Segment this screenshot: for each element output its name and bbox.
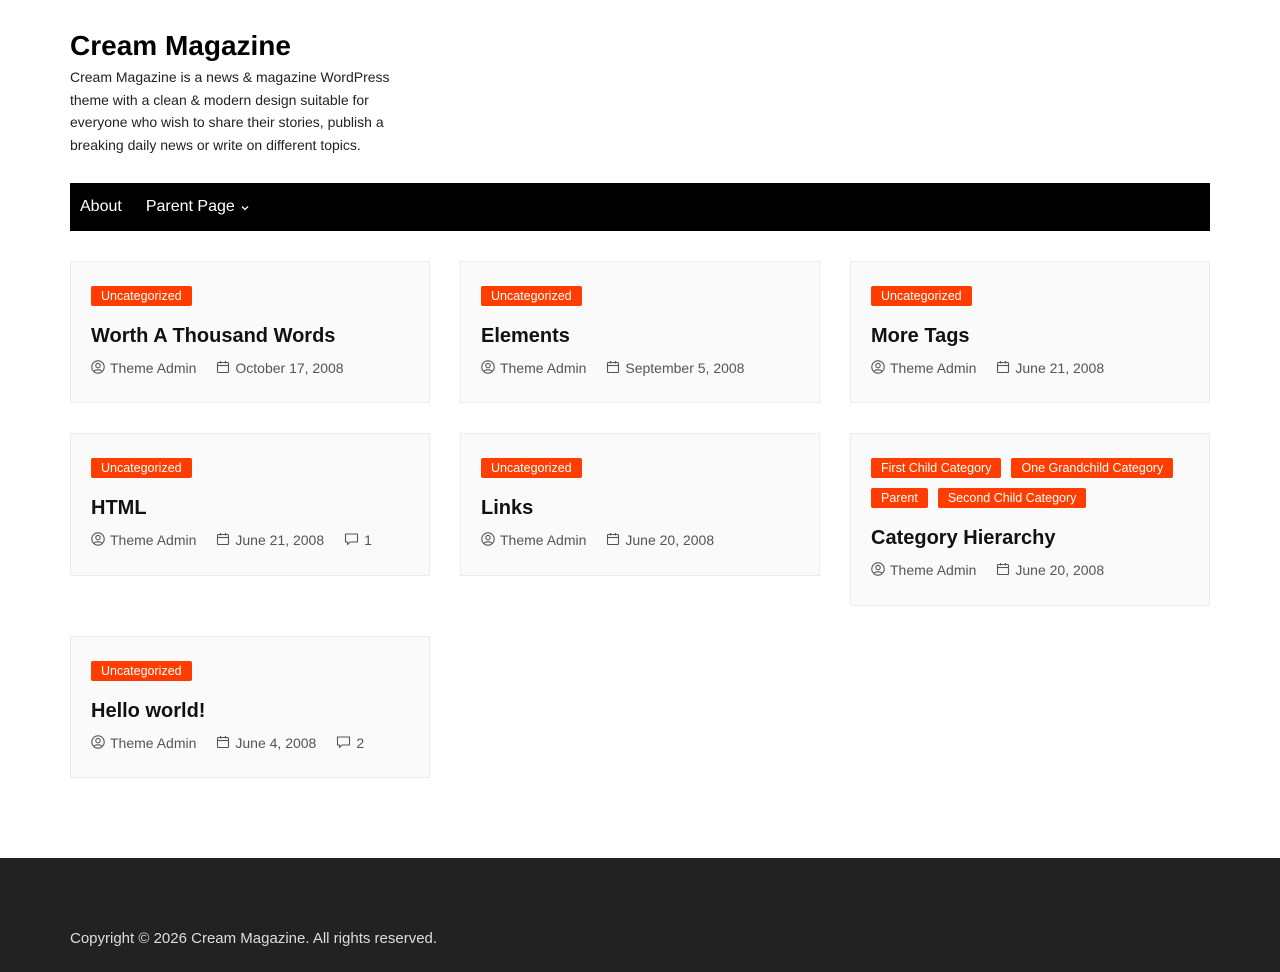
chevron-down-icon (241, 203, 249, 214)
date-text: June 4, 2008 (235, 735, 317, 751)
post-author[interactable]: Theme Admin (91, 734, 197, 752)
author-name: Theme Admin (110, 360, 197, 376)
category-badge[interactable]: Parent (871, 488, 928, 508)
category-badge[interactable]: Uncategorized (481, 286, 582, 306)
nav-item-about[interactable]: About (80, 198, 122, 216)
nav-item-parent-page[interactable]: Parent Page (146, 198, 249, 216)
post-title[interactable]: Links (481, 496, 799, 520)
author-name: Theme Admin (890, 360, 977, 376)
date-text: September 5, 2008 (625, 360, 745, 376)
post-date[interactable]: October 17, 2008 (216, 360, 344, 377)
nav-item-label: About (80, 198, 122, 215)
post-comments[interactable]: 2 (336, 735, 364, 752)
post-meta: Theme Admin October 17, 2008 (91, 359, 409, 377)
category-badge[interactable]: One Grandchild Category (1011, 458, 1174, 478)
post-categories: Uncategorized (91, 661, 409, 691)
post-title[interactable]: Category Hierarchy (871, 526, 1189, 550)
author-name: Theme Admin (890, 562, 977, 578)
calendar-icon (216, 532, 235, 549)
calendar-icon (606, 532, 625, 549)
post-author[interactable]: Theme Admin (871, 561, 977, 579)
post-date[interactable]: June 21, 2008 (996, 360, 1104, 377)
author-name: Theme Admin (500, 360, 587, 376)
author-name: Theme Admin (500, 532, 587, 548)
post-meta: Theme Admin June 21, 2008 (871, 359, 1189, 377)
date-text: June 20, 2008 (1015, 562, 1105, 578)
category-badge[interactable]: Uncategorized (91, 661, 192, 681)
user-icon (871, 561, 890, 579)
post-categories: Uncategorized (481, 458, 799, 488)
comment-icon (336, 735, 356, 752)
post-date[interactable]: June 4, 2008 (216, 735, 316, 752)
user-icon (481, 531, 500, 549)
post-categories: Uncategorized (481, 286, 799, 316)
post-card: Uncategorized Worth A Thousand Words Theme… (70, 261, 430, 403)
post-categories: Uncategorized (91, 458, 409, 488)
post-card: Uncategorized HTML Theme Admin June 21, 200… (70, 433, 430, 576)
author-name: Theme Admin (110, 532, 197, 548)
category-badge[interactable]: Uncategorized (481, 458, 582, 478)
calendar-icon (216, 735, 235, 752)
post-date[interactable]: September 5, 2008 (606, 360, 744, 377)
post-meta: Theme Admin June 21, 2008 1 (91, 531, 409, 549)
post-author[interactable]: Theme Admin (481, 359, 587, 377)
post-categories: Uncategorized (91, 286, 409, 316)
post-card: Uncategorized Elements Theme Admin Septembe… (460, 261, 820, 403)
post-title[interactable]: More Tags (871, 324, 1189, 348)
post-meta: Theme Admin June 20, 2008 (481, 531, 799, 549)
author-name: Theme Admin (110, 735, 197, 751)
post-meta: Theme Admin June 20, 2008 (871, 561, 1189, 579)
category-badge[interactable]: First Child Category (871, 458, 1002, 478)
user-icon (91, 531, 110, 549)
post-card: Uncategorized Hello world! Theme Admin June… (70, 636, 430, 778)
post-author[interactable]: Theme Admin (91, 359, 197, 377)
post-meta: Theme Admin June 4, 2008 2 (91, 734, 409, 752)
site-description: Cream Magazine is a news & magazine Word… (70, 69, 390, 153)
site-title[interactable]: Cream Magazine (70, 28, 410, 64)
comment-icon (344, 532, 364, 549)
nav-item-label: Parent Page (145, 198, 235, 215)
post-title[interactable]: Hello world! (91, 699, 409, 723)
user-icon (91, 734, 110, 752)
category-badge[interactable]: Uncategorized (91, 458, 192, 478)
calendar-icon (996, 360, 1015, 377)
site-footer: Copyright © 2026 Cream Magazine. All rig… (0, 858, 1280, 972)
post-author[interactable]: Theme Admin (91, 531, 197, 549)
post-date[interactable]: June 20, 2008 (606, 532, 714, 549)
calendar-icon (606, 360, 625, 377)
calendar-icon (216, 360, 235, 377)
comment-count: 2 (356, 735, 365, 751)
category-badge[interactable]: Second Child Category (937, 488, 1087, 508)
post-date[interactable]: June 21, 2008 (216, 532, 324, 549)
user-icon (871, 359, 890, 377)
user-icon (481, 359, 500, 377)
date-text: October 17, 2008 (235, 360, 344, 376)
calendar-icon (996, 562, 1015, 579)
post-author[interactable]: Theme Admin (481, 531, 587, 549)
post-categories: First Child Category One Grandchild Categ… (871, 458, 1189, 518)
post-date[interactable]: June 20, 2008 (996, 562, 1104, 579)
post-title[interactable]: Elements (481, 324, 799, 348)
post-comments[interactable]: 1 (344, 532, 372, 549)
main-navigation: About Parent Page (70, 183, 1210, 231)
post-card: Uncategorized Links Theme Admin June 20, 20… (460, 433, 820, 576)
date-text: June 20, 2008 (625, 532, 715, 548)
date-text: June 21, 2008 (235, 532, 325, 548)
date-text: June 21, 2008 (1015, 360, 1105, 376)
category-badge[interactable]: Uncategorized (91, 286, 192, 306)
category-badge[interactable]: Uncategorized (871, 286, 972, 306)
comment-count: 1 (364, 532, 372, 548)
post-author[interactable]: Theme Admin (871, 359, 977, 377)
site-header: Cream Magazine Cream Magazine is a news … (70, 28, 410, 156)
post-meta: Theme Admin September 5, 2008 (481, 359, 799, 377)
post-title[interactable]: Worth A Thousand Words (91, 324, 409, 348)
post-card: First Child Category One Grandchild Categ… (850, 433, 1210, 606)
user-icon (91, 359, 110, 377)
copyright-text: Copyright © 2026 Cream Magazine. All rig… (70, 930, 438, 947)
post-card: Uncategorized More Tags Theme Admin June 21… (850, 261, 1210, 403)
post-title[interactable]: HTML (91, 496, 409, 520)
post-categories: Uncategorized (871, 286, 1189, 316)
